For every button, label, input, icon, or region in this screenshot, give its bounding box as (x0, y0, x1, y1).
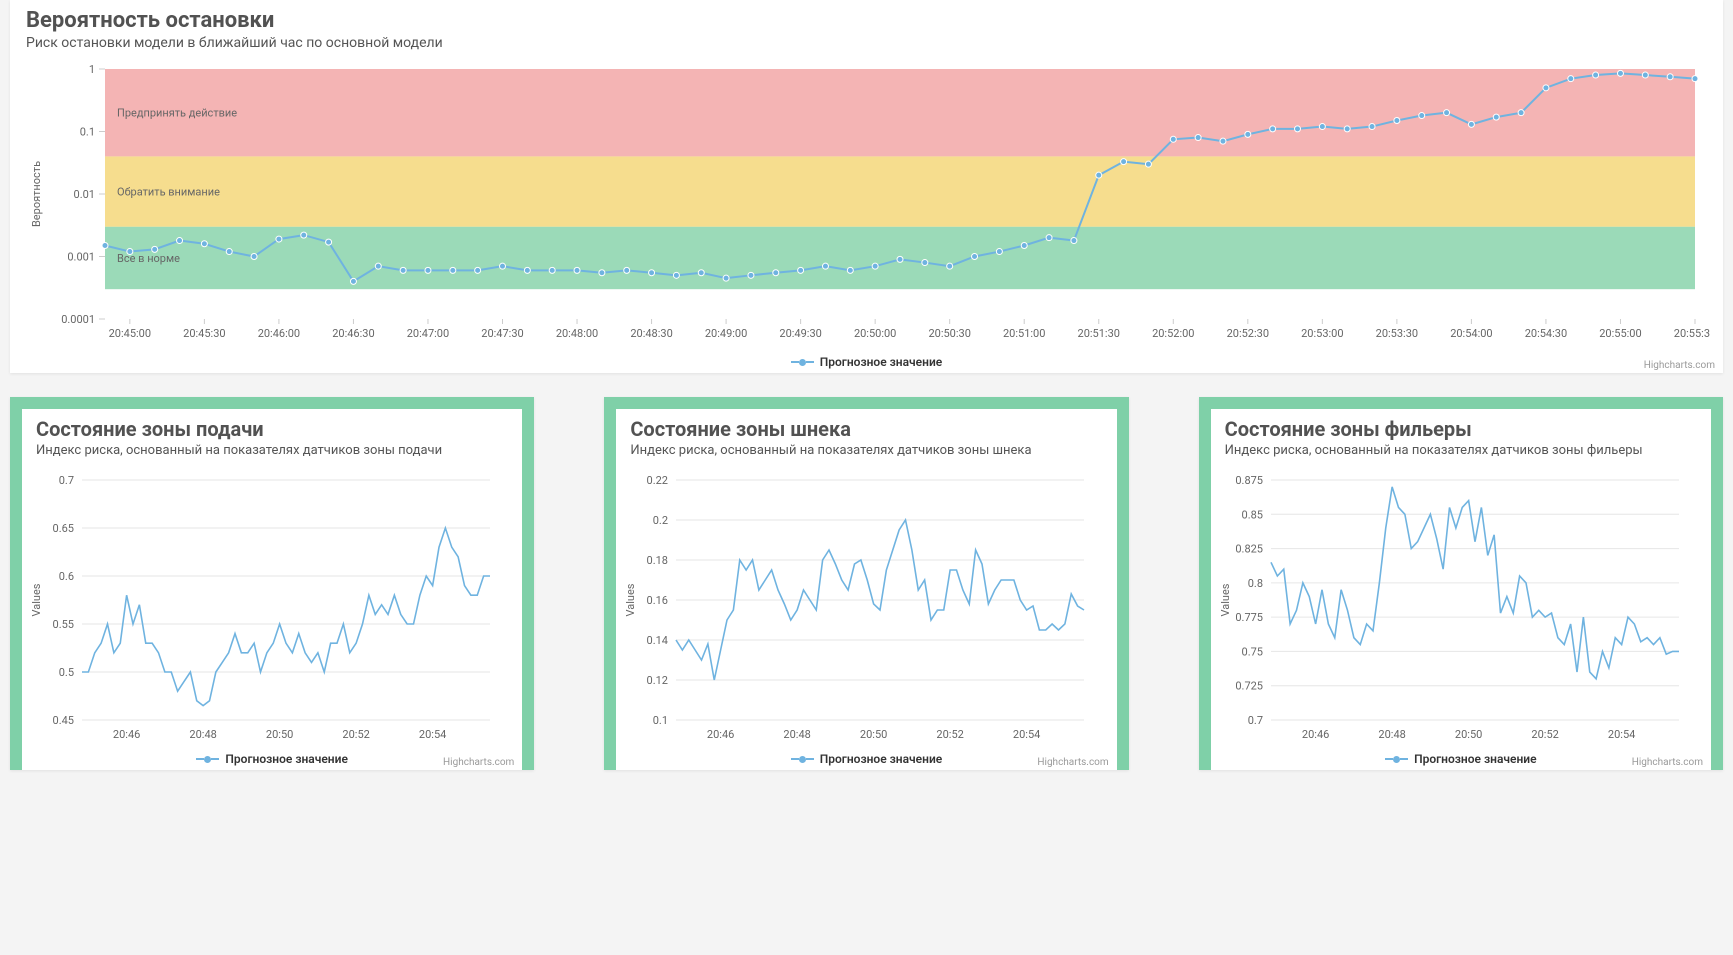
svg-text:0.55: 0.55 (53, 618, 74, 631)
svg-text:0.001: 0.001 (67, 251, 95, 264)
main-chart[interactable]: Все в норме Обратить внимание Предпринять … (10, 59, 1723, 373)
card-title: Состояние зоны фильеры (1211, 409, 1711, 441)
svg-text:Values: Values (624, 583, 637, 616)
card-subtitle: Индекс риска, основанный на показателях … (1211, 441, 1711, 466)
svg-text:20:54: 20:54 (1013, 728, 1040, 741)
svg-text:20:54: 20:54 (419, 728, 446, 741)
panel-title: Вероятность остановки (10, 0, 1723, 33)
zone-die-card: Состояние зоны фильеры Индекс риска, осн… (1199, 397, 1723, 770)
svg-text:0.7: 0.7 (1247, 714, 1262, 727)
card-title: Состояние зоны подачи (22, 409, 522, 441)
legend-marker-icon (1385, 756, 1408, 763)
legend-marker-icon (196, 756, 219, 763)
svg-text:0.5: 0.5 (59, 666, 74, 679)
svg-text:20:46: 20:46 (113, 728, 140, 741)
svg-text:20:50: 20:50 (860, 728, 887, 741)
legend-marker-icon (791, 359, 814, 366)
svg-text:20:52: 20:52 (342, 728, 369, 741)
svg-text:0.14: 0.14 (647, 634, 668, 647)
svg-text:0.16: 0.16 (647, 594, 668, 607)
svg-text:Values: Values (30, 583, 43, 616)
zone-screw-card: Состояние зоны шнека Индекс риска, основ… (604, 397, 1128, 770)
chart-credit-link[interactable]: Highcharts.com (443, 757, 514, 768)
svg-text:Предпринять действие: Предпринять действие (117, 107, 237, 120)
svg-text:20:51:30: 20:51:30 (1078, 327, 1120, 340)
svg-text:20:54:30: 20:54:30 (1525, 327, 1567, 340)
svg-text:20:55:00: 20:55:00 (1599, 327, 1641, 340)
legend-marker-icon (791, 756, 814, 763)
svg-text:20:49:30: 20:49:30 (779, 327, 821, 340)
svg-text:20:48:30: 20:48:30 (630, 327, 672, 340)
feed-chart[interactable]: 0.45 0.5 0.55 0.6 0.65 0.7 20:46 20:48 20:50 20:5… (22, 466, 522, 770)
svg-text:0.01: 0.01 (74, 188, 95, 201)
svg-text:20:45:00: 20:45:00 (109, 327, 151, 340)
svg-text:Вероятность: Вероятность (30, 161, 43, 227)
svg-text:20:46:30: 20:46:30 (332, 327, 374, 340)
svg-text:20:51:00: 20:51:00 (1003, 327, 1045, 340)
stop-probability-panel: Вероятность остановки Риск остановки мод… (10, 0, 1723, 373)
svg-text:0.85: 0.85 (1241, 508, 1262, 521)
svg-text:0.7: 0.7 (59, 474, 74, 487)
svg-text:20:50: 20:50 (266, 728, 293, 741)
svg-text:1: 1 (89, 63, 95, 76)
legend-label: Прогнозное значение (820, 752, 942, 766)
legend[interactable]: Прогнозное значение (10, 349, 1723, 373)
svg-text:0.875: 0.875 (1235, 474, 1263, 487)
svg-text:20:46:00: 20:46:00 (258, 327, 300, 340)
svg-text:20:54:00: 20:54:00 (1450, 327, 1492, 340)
card-title: Состояние зоны шнека (616, 409, 1116, 441)
svg-text:0.12: 0.12 (647, 674, 668, 687)
panel-subtitle: Риск остановки модели в ближайший час по… (10, 33, 1723, 59)
svg-text:0.825: 0.825 (1235, 543, 1263, 556)
svg-text:0.2: 0.2 (653, 514, 668, 527)
svg-text:20:48: 20:48 (1378, 728, 1405, 741)
die-chart[interactable]: 0.7 0.725 0.75 0.775 0.8 0.825 0.85 0.875 20:46 2… (1211, 466, 1711, 770)
svg-text:20:50:00: 20:50:00 (854, 327, 896, 340)
legend-label: Прогнозное значение (225, 752, 347, 766)
svg-text:20:52: 20:52 (937, 728, 964, 741)
svg-text:0.1: 0.1 (653, 714, 668, 727)
screw-chart[interactable]: 0.1 0.12 0.14 0.16 0.18 0.2 0.22 20:46 20:48 20:5… (616, 466, 1116, 770)
svg-text:20:53:30: 20:53:30 (1376, 327, 1418, 340)
svg-text:20:52:30: 20:52:30 (1227, 327, 1269, 340)
chart-credit-link[interactable]: Highcharts.com (1037, 757, 1108, 768)
svg-text:0.6: 0.6 (59, 570, 74, 583)
svg-text:Обратить внимание: Обратить внимание (117, 186, 220, 199)
svg-text:20:52: 20:52 (1531, 728, 1558, 741)
svg-text:0.1: 0.1 (80, 126, 95, 139)
svg-text:0.775: 0.775 (1235, 611, 1263, 624)
svg-text:20:53:00: 20:53:00 (1301, 327, 1343, 340)
svg-text:0.8: 0.8 (1247, 577, 1262, 590)
svg-text:20:48:00: 20:48:00 (556, 327, 598, 340)
card-subtitle: Индекс риска, основанный на показателях … (616, 441, 1116, 466)
svg-text:0.0001: 0.0001 (61, 313, 95, 326)
svg-text:20:50:30: 20:50:30 (928, 327, 970, 340)
svg-text:20:52:00: 20:52:00 (1152, 327, 1194, 340)
svg-text:Все в норме: Все в норме (117, 252, 180, 265)
svg-text:20:45:30: 20:45:30 (183, 327, 225, 340)
svg-text:20:54: 20:54 (1608, 728, 1635, 741)
svg-text:0.65: 0.65 (53, 522, 74, 535)
svg-text:20:46: 20:46 (1302, 728, 1329, 741)
svg-text:0.18: 0.18 (647, 554, 668, 567)
chart-credit-link[interactable]: Highcharts.com (1644, 360, 1715, 371)
svg-text:20:50: 20:50 (1455, 728, 1482, 741)
svg-text:20:47:30: 20:47:30 (481, 327, 523, 340)
svg-text:20:55:30: 20:55:30 (1674, 327, 1710, 340)
svg-text:20:47:00: 20:47:00 (407, 327, 449, 340)
legend-label: Прогнозное значение (1414, 752, 1536, 766)
card-subtitle: Индекс риска, основанный на показателях … (22, 441, 522, 466)
svg-text:0.22: 0.22 (647, 474, 668, 487)
svg-text:Values: Values (1219, 583, 1232, 616)
zone-feed-card: Состояние зоны подачи Индекс риска, осно… (10, 397, 534, 770)
svg-text:20:46: 20:46 (707, 728, 734, 741)
svg-text:20:48: 20:48 (189, 728, 216, 741)
svg-text:20:49:00: 20:49:00 (705, 327, 747, 340)
legend-label: Прогнозное значение (820, 355, 942, 369)
svg-text:0.75: 0.75 (1241, 645, 1262, 658)
svg-text:20:48: 20:48 (784, 728, 811, 741)
svg-text:0.725: 0.725 (1235, 680, 1263, 693)
svg-text:0.45: 0.45 (53, 714, 74, 727)
chart-credit-link[interactable]: Highcharts.com (1632, 757, 1703, 768)
